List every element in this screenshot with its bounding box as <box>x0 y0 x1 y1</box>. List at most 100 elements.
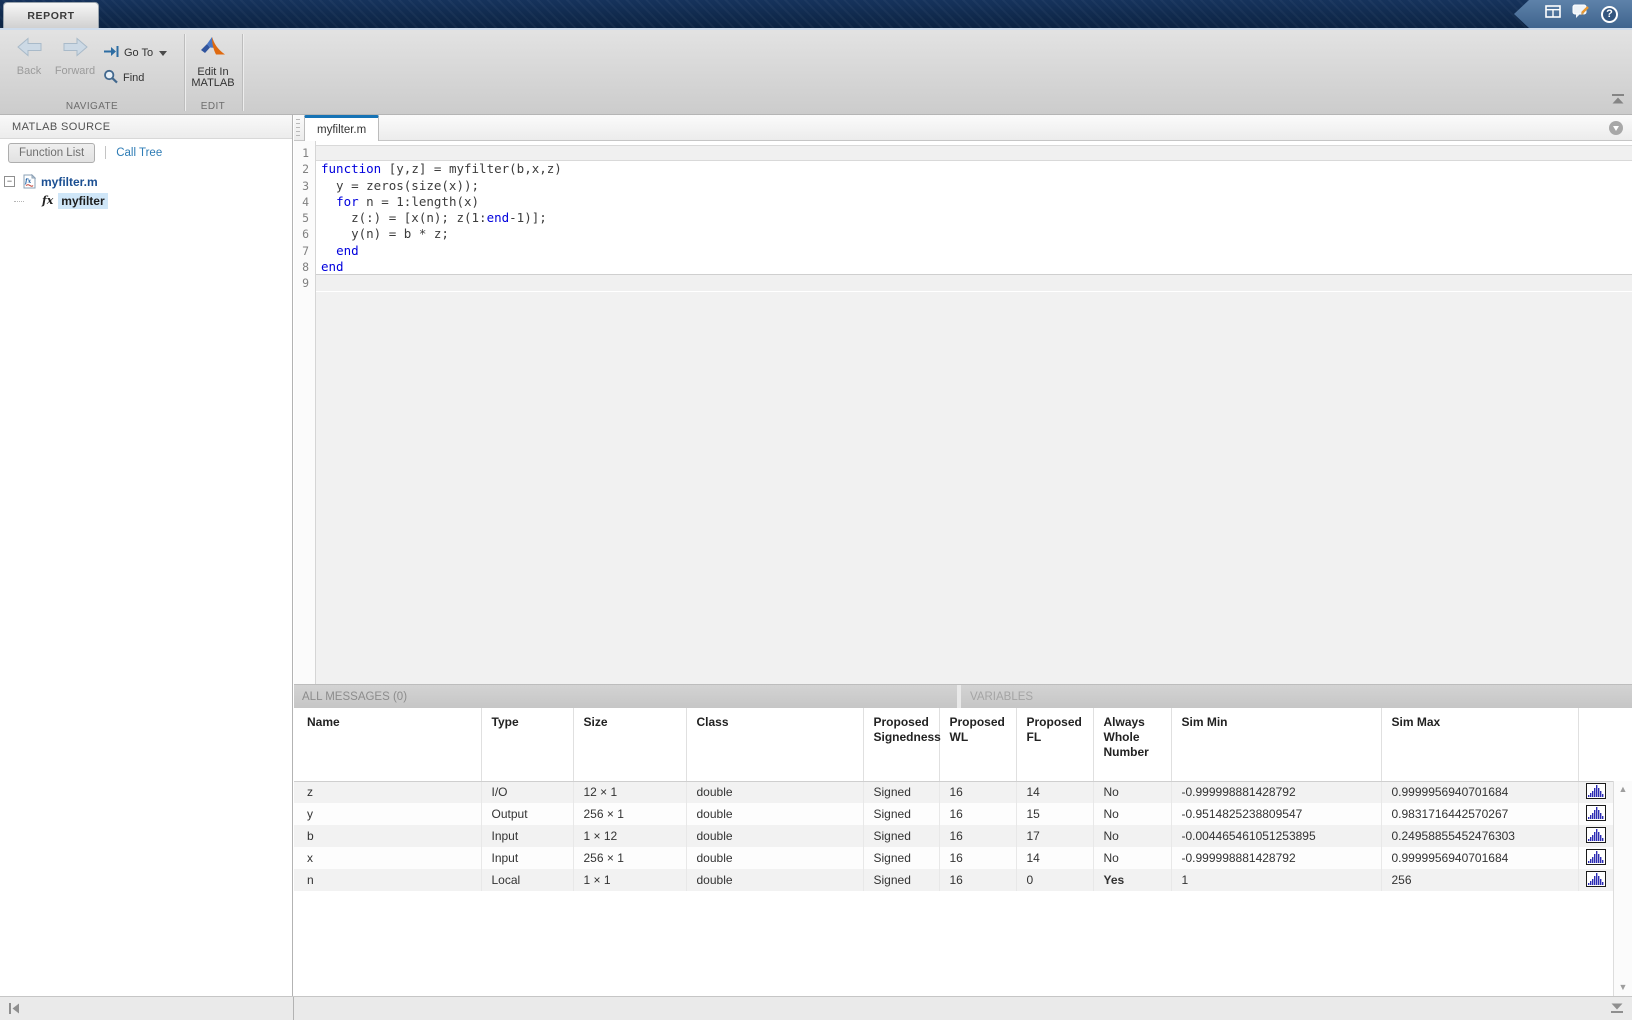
table-row[interactable]: yOutput256 × 1doubleSigned1615No-0.95148… <box>294 803 1613 825</box>
cell-whole: No <box>1093 847 1171 869</box>
results-panel: ALL MESSAGES (0) VARIABLES NameTypeSizeC… <box>294 684 1632 996</box>
column-header[interactable]: Size <box>573 708 686 781</box>
panel-title: MATLAB SOURCE <box>0 115 292 139</box>
line-number: 7 <box>294 243 316 259</box>
cell-name: x <box>294 847 481 869</box>
layout-grid-icon[interactable] <box>1545 5 1561 23</box>
scroll-down-icon[interactable]: ▼ <box>1619 983 1628 992</box>
goto-button[interactable]: Go To <box>103 45 167 61</box>
table-row[interactable]: bInput1 × 12doubleSigned1617No-0.0044654… <box>294 825 1613 847</box>
collapse-bottom-panel-icon[interactable] <box>1609 1002 1625 1020</box>
cell-fl: 14 <box>1016 847 1093 869</box>
find-button[interactable]: Find <box>103 69 144 87</box>
histogram-icon[interactable] <box>1578 781 1613 803</box>
section-label-edit: EDIT <box>184 101 242 112</box>
results-tab-separator <box>957 685 961 708</box>
tab-call-tree[interactable]: Call Tree <box>116 147 162 159</box>
tab-function-list[interactable]: Function List <box>8 143 95 163</box>
tab-variables[interactable]: VARIABLES <box>970 685 1033 709</box>
back-label: Back <box>17 65 41 77</box>
column-header[interactable]: Proposed WL <box>939 708 1016 781</box>
report-tab-label: REPORT <box>27 10 74 22</box>
histogram-icon[interactable] <box>1578 825 1613 847</box>
editor-tab-label: myfilter.m <box>317 124 366 136</box>
histogram-icon[interactable] <box>1578 803 1613 825</box>
statusbar-divider <box>293 997 294 1020</box>
code-line: 2function [y,z] = myfilter(b,x,z) <box>294 161 1632 177</box>
column-header[interactable]: Class <box>686 708 863 781</box>
tree-item-function[interactable]: fx myfilter <box>0 191 292 210</box>
cell-name: n <box>294 869 481 891</box>
tree-item-file[interactable]: − fx myfilter.m <box>0 172 292 191</box>
collapse-ribbon-icon[interactable] <box>1610 92 1626 110</box>
back-button[interactable]: Back <box>10 37 48 77</box>
histogram-icon[interactable] <box>1578 869 1613 891</box>
tab-all-messages[interactable]: ALL MESSAGES (0) <box>302 685 407 709</box>
cell-size: 12 × 1 <box>573 781 686 803</box>
cell-type: Output <box>481 803 573 825</box>
cell-class: double <box>686 869 863 891</box>
code-text: end <box>316 243 1632 259</box>
cell-wl: 16 <box>939 847 1016 869</box>
collapse-expander-icon[interactable]: − <box>4 176 15 187</box>
cell-sim_min: -0.999998881428792 <box>1171 847 1381 869</box>
cell-wl: 16 <box>939 869 1016 891</box>
tab-separator <box>105 146 106 159</box>
column-header[interactable]: Proposed FL <box>1016 708 1093 781</box>
cell-type: Input <box>481 847 573 869</box>
column-header[interactable]: Always Whole Number <box>1093 708 1171 781</box>
editor-tabstrip: myfilter.m <box>294 115 1632 141</box>
line-number: 9 <box>294 275 316 291</box>
editor-tab-myfilter[interactable]: myfilter.m <box>304 115 379 141</box>
column-header[interactable]: Type <box>481 708 573 781</box>
source-view-tabs: Function List Call Tree <box>0 139 292 166</box>
column-header[interactable] <box>1578 708 1613 781</box>
table-row[interactable]: xInput256 × 1doubleSigned1614No-0.999998… <box>294 847 1613 869</box>
forward-label: Forward <box>55 65 95 77</box>
table-row[interactable]: nLocal1 × 1doubleSigned160Yes1256 <box>294 869 1613 891</box>
code-text <box>316 275 1632 291</box>
splitter-grip-icon[interactable] <box>296 119 300 137</box>
code-fill <box>316 292 1632 685</box>
find-icon <box>103 69 119 87</box>
scroll-up-icon[interactable]: ▲ <box>1619 785 1628 794</box>
code-line: 6 y(n) = b * z; <box>294 226 1632 242</box>
code-line: 9 <box>294 275 1632 291</box>
tree-file-label[interactable]: myfilter.m <box>41 175 98 189</box>
line-number: 3 <box>294 178 316 194</box>
table-row[interactable]: zI/O12 × 1doubleSigned1614No-0.999998881… <box>294 781 1613 803</box>
cell-sim_max: 0.9831716442570267 <box>1381 803 1578 825</box>
tree-function-label[interactable]: myfilter <box>58 193 107 209</box>
feedback-icon[interactable] <box>1572 4 1590 24</box>
cell-sim_max: 0.9999956940701684 <box>1381 781 1578 803</box>
variables-table: NameTypeSizeClassProposed SignednessProp… <box>294 708 1613 891</box>
forward-button[interactable]: Forward <box>52 37 98 77</box>
help-icon[interactable]: ? <box>1601 6 1618 23</box>
tab-overflow-button[interactable] <box>1609 121 1623 135</box>
find-label: Find <box>123 72 144 84</box>
cell-class: double <box>686 847 863 869</box>
forward-icon <box>62 37 89 62</box>
code-line: 7 end <box>294 243 1632 259</box>
collapse-left-panel-icon[interactable] <box>7 1001 22 1020</box>
code-text: end <box>316 259 1632 275</box>
line-number: 5 <box>294 210 316 226</box>
fx-icon: fx <box>42 194 53 207</box>
cell-signedness: Signed <box>863 847 939 869</box>
column-header[interactable]: Sim Max <box>1381 708 1578 781</box>
tab-report[interactable]: REPORT <box>3 2 99 29</box>
ribbon-toolbar: Back Forward Go To <box>0 28 1632 115</box>
edit-in-matlab-button[interactable]: Edit In MATLAB <box>186 34 240 89</box>
cell-whole: No <box>1093 825 1171 847</box>
column-header[interactable]: Proposed Signedness <box>863 708 939 781</box>
table-scrollbar[interactable]: ▲ ▼ <box>1613 781 1632 996</box>
histogram-icon[interactable] <box>1578 847 1613 869</box>
code-text: y(n) = b * z; <box>316 226 1632 242</box>
column-header[interactable]: Name <box>294 708 481 781</box>
table-header-row: NameTypeSizeClassProposed SignednessProp… <box>294 708 1613 781</box>
status-bar <box>0 996 1632 1020</box>
cell-sim_min: 1 <box>1171 869 1381 891</box>
column-header[interactable]: Sim Min <box>1171 708 1381 781</box>
chevron-down-icon <box>159 51 167 56</box>
section-divider <box>184 34 185 111</box>
